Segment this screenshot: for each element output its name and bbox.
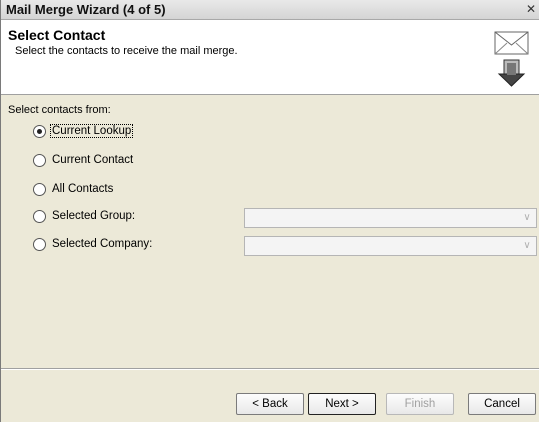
back-button[interactable]: < Back bbox=[236, 393, 304, 415]
chevron-down-icon[interactable]: ∨ bbox=[518, 237, 536, 255]
title-bar: Mail Merge Wizard (4 of 5) ✕ bbox=[1, 0, 539, 20]
company-combobox[interactable]: ∨ bbox=[244, 236, 537, 256]
page-title: Select Contact bbox=[8, 27, 106, 43]
cancel-button[interactable]: Cancel bbox=[468, 393, 536, 415]
radio-all-contacts[interactable]: All Contacts bbox=[33, 181, 114, 197]
page-subtitle: Select the contacts to receive the mail … bbox=[15, 45, 238, 57]
radio-button[interactable] bbox=[33, 153, 46, 167]
mail-merge-envelope-icon bbox=[494, 31, 529, 87]
radio-current-lookup[interactable]: Current Lookup bbox=[33, 123, 134, 139]
radio-selected-group[interactable]: Selected Group: bbox=[33, 208, 136, 224]
radio-current-contact[interactable]: Current Contact bbox=[33, 152, 134, 168]
mail-merge-wizard-window: Mail Merge Wizard (4 of 5) ✕ Select Cont… bbox=[0, 0, 539, 422]
group-combobox[interactable]: ∨ bbox=[244, 208, 537, 228]
radio-selected-company[interactable]: Selected Company: bbox=[33, 236, 153, 252]
radio-label[interactable]: Selected Company: bbox=[51, 238, 153, 250]
radio-label[interactable]: Selected Group: bbox=[51, 210, 136, 222]
next-button[interactable]: Next > bbox=[308, 393, 376, 415]
select-contacts-label: Select contacts from: bbox=[8, 104, 111, 116]
wizard-header: Select Contact Select the contacts to re… bbox=[1, 20, 539, 95]
radio-button[interactable] bbox=[33, 237, 46, 251]
close-icon[interactable]: ✕ bbox=[524, 2, 538, 16]
window-title: Mail Merge Wizard (4 of 5) bbox=[6, 2, 166, 17]
radio-label[interactable]: Current Contact bbox=[51, 154, 134, 166]
footer-divider bbox=[1, 368, 539, 370]
radio-button[interactable] bbox=[33, 182, 46, 196]
finish-button[interactable]: Finish bbox=[386, 393, 454, 415]
radio-label[interactable]: Current Lookup bbox=[49, 124, 134, 138]
radio-button[interactable] bbox=[33, 124, 46, 138]
chevron-down-icon[interactable]: ∨ bbox=[518, 209, 536, 227]
radio-label[interactable]: All Contacts bbox=[51, 183, 114, 195]
radio-button[interactable] bbox=[33, 209, 46, 223]
